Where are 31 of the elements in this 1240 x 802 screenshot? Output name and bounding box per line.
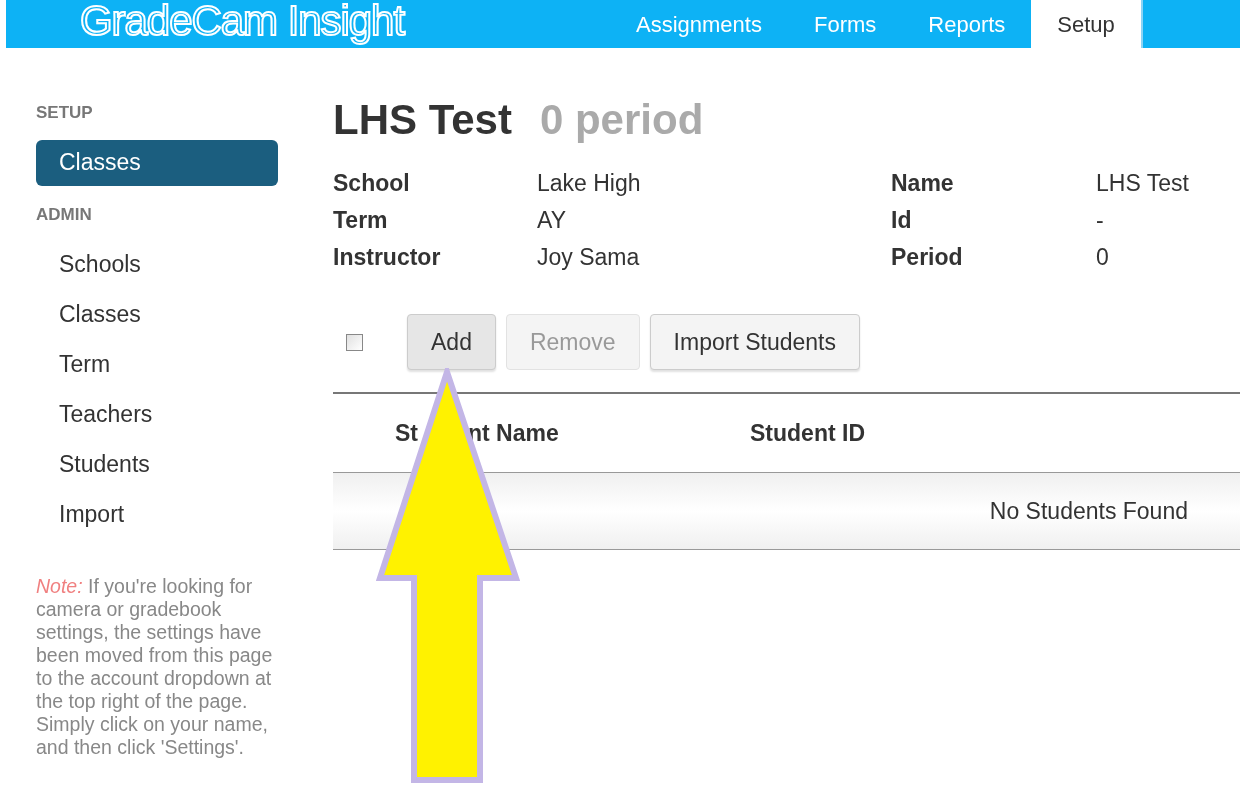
toolbar-button[interactable]: Import Students bbox=[649, 314, 860, 370]
empty-message: No Students Found bbox=[989, 496, 1188, 526]
sidebar-item[interactable]: Term bbox=[36, 341, 278, 387]
nav-tab[interactable]: Setup bbox=[1031, 0, 1143, 48]
sidebar-item[interactable]: Classes bbox=[36, 291, 278, 337]
sidebar-item[interactable]: Teachers bbox=[36, 391, 278, 437]
page-title: LHS Test bbox=[333, 95, 512, 145]
detail-label: Name bbox=[891, 169, 955, 198]
sidebar-item[interactable]: Classes bbox=[36, 139, 278, 186]
sidebar-item[interactable]: Schools bbox=[36, 241, 278, 287]
detail-label: Instructor bbox=[333, 243, 442, 272]
detail-value: LHS Test bbox=[1096, 169, 1190, 198]
settings-note: Note: If you're looking for camera or gradebook settings, the settings have been moved from this page to the account dropdown at the top right of the page. Simply click on your name, and then click 'Settings'. bbox=[36, 575, 274, 759]
sidebar-heading: SETUP bbox=[36, 102, 94, 124]
detail-label: Id bbox=[891, 206, 913, 235]
detail-label: Term bbox=[333, 206, 389, 235]
column-header: St bbox=[395, 418, 418, 448]
sidebar-item[interactable]: Import bbox=[36, 491, 278, 537]
detail-value: Joy Sama bbox=[537, 243, 641, 272]
sidebar-heading: ADMIN bbox=[36, 203, 93, 226]
column-header: Student ID bbox=[750, 418, 865, 448]
select-all-checkbox[interactable] bbox=[346, 333, 363, 351]
detail-value: 0 bbox=[1096, 243, 1110, 272]
detail-label: Period bbox=[891, 243, 964, 272]
detail-label: School bbox=[333, 169, 411, 198]
detail-value: - bbox=[1096, 206, 1105, 235]
detail-value: Lake High bbox=[537, 169, 642, 198]
sidebar-item[interactable]: Students bbox=[36, 441, 278, 487]
detail-value: AY bbox=[537, 206, 567, 235]
page-subtitle: 0 period bbox=[539, 95, 704, 145]
toolbar-button[interactable]: Add bbox=[407, 314, 496, 370]
